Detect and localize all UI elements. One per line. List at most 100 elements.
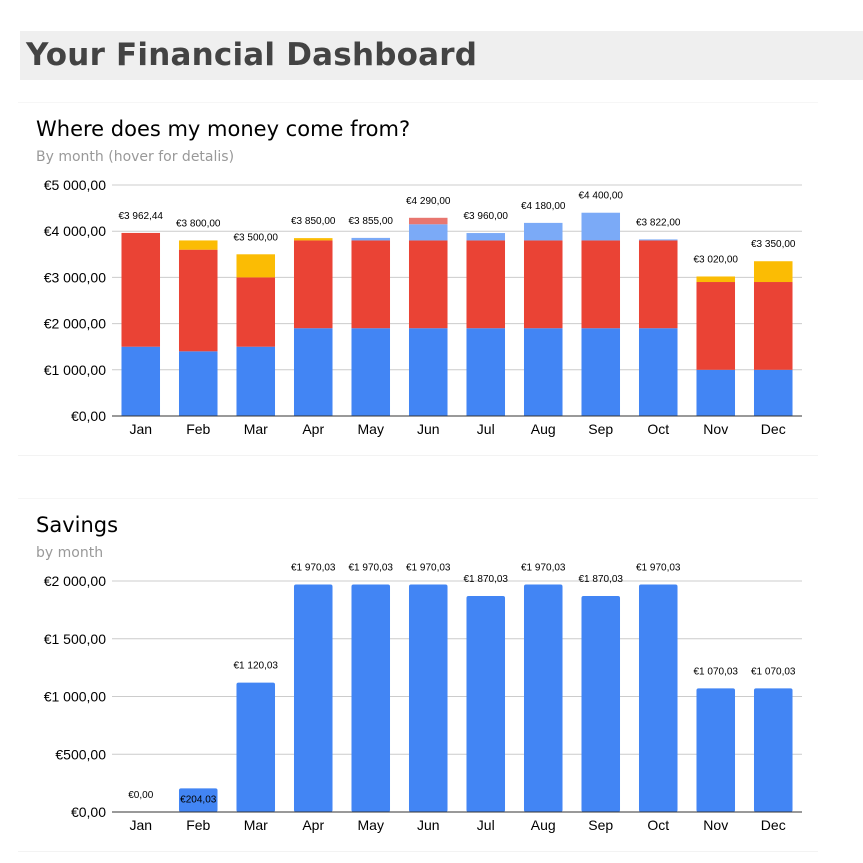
bar	[523, 584, 563, 812]
bar-segment-1	[121, 232, 161, 347]
bar-segment-1	[408, 240, 448, 329]
y-tick-label: €0,00	[71, 408, 106, 424]
data-label: €4 400,00	[579, 191, 624, 202]
bar-segment-0	[466, 328, 506, 416]
x-tick-label: Dec	[761, 817, 786, 833]
bar-segment-3	[351, 237, 391, 241]
y-tick-label: €1 000,00	[44, 362, 106, 378]
x-tick-label: Jun	[417, 421, 440, 437]
x-tick-label: Feb	[186, 421, 210, 437]
y-tick-label: €5 000,00	[44, 177, 106, 193]
x-tick-label: Feb	[186, 817, 210, 833]
bar-segment-0	[581, 328, 621, 416]
y-tick-label: €2 000,00	[44, 316, 106, 332]
bar-segment-2	[178, 240, 218, 250]
data-label: €1 070,03	[694, 666, 739, 677]
savings-chart-card: Savings by month €0,00 €500,00 €1 000,00 €1…	[18, 498, 818, 852]
bar-segment-4	[408, 217, 448, 225]
bar-segment-3	[638, 239, 678, 241]
data-label: €1 970,03	[521, 562, 566, 573]
x-tick-label: Sep	[588, 421, 613, 437]
data-label: €3 855,00	[349, 216, 394, 227]
data-label: €1 970,03	[636, 562, 681, 573]
bar-segment-1	[581, 240, 621, 329]
income-chart-card: Where does my money come from? By month …	[18, 102, 818, 456]
bar-segment-0	[236, 346, 276, 416]
data-label: €204,03	[180, 794, 217, 805]
bar-segment-3	[581, 212, 621, 241]
bar-segment-1	[178, 249, 218, 352]
bar-segment-2	[696, 276, 736, 283]
bar	[753, 688, 793, 812]
bar-segment-0	[351, 328, 391, 416]
data-label: €3 962,44	[119, 211, 164, 222]
data-label: €1 870,03	[579, 574, 624, 585]
data-label: €3 822,00	[636, 217, 681, 228]
data-label: €4 180,00	[521, 201, 566, 212]
x-tick-label: Sep	[588, 817, 613, 833]
x-tick-label: Apr	[302, 817, 324, 833]
bar-segment-0	[293, 328, 333, 416]
y-tick-label: €3 000,00	[44, 269, 106, 285]
x-tick-label: Jul	[477, 817, 495, 833]
x-tick-label: Nov	[703, 817, 728, 833]
bar-segment-0	[408, 328, 448, 416]
bar-segment-1	[523, 240, 563, 329]
bar	[581, 596, 621, 812]
income-stacked-bar-chart[interactable]: €0,00 €1 000,00 €2 000,00 €3 000,00 €4 000,0…	[18, 103, 818, 455]
x-tick-label: Jul	[477, 421, 495, 437]
savings-bar-chart[interactable]: €0,00 €500,00 €1 000,00 €1 500,00 €2 000,00 €…	[18, 499, 818, 851]
data-label: €3 800,00	[176, 218, 221, 229]
data-label: €3 960,00	[464, 211, 509, 222]
data-label: €1 970,03	[291, 562, 336, 573]
bar	[351, 584, 391, 812]
bar-segment-1	[466, 240, 506, 329]
bar-segment-1	[293, 240, 333, 329]
bar	[638, 584, 678, 812]
data-label: €3 020,00	[694, 254, 739, 265]
x-tick-label: May	[358, 421, 384, 437]
data-label: €1 070,03	[751, 666, 796, 677]
data-label: €1 970,03	[349, 562, 394, 573]
y-tick-label: €0,00	[71, 804, 106, 820]
y-tick-label: €1 500,00	[44, 631, 106, 647]
bar-segment-0	[523, 328, 563, 416]
x-tick-label: Nov	[703, 421, 728, 437]
x-tick-label: Jan	[129, 817, 152, 833]
x-tick-label: Mar	[244, 817, 268, 833]
data-label: €4 290,00	[406, 196, 451, 207]
bar	[293, 584, 333, 812]
bar	[466, 596, 506, 812]
bar-segment-1	[753, 282, 793, 370]
bar-segment-1	[638, 240, 678, 329]
x-tick-label: Apr	[302, 421, 324, 437]
y-tick-label: €4 000,00	[44, 223, 106, 239]
dashboard-header: Your Financial Dashboard	[20, 31, 863, 80]
bar-segment-0	[121, 346, 161, 416]
bar	[408, 584, 448, 812]
bar-segment-2	[236, 254, 276, 278]
x-tick-label: May	[358, 817, 384, 833]
x-tick-label: Oct	[647, 421, 669, 437]
x-tick-label: Aug	[531, 817, 556, 833]
bar-segment-3	[408, 224, 448, 241]
x-tick-label: Jun	[417, 817, 440, 833]
bar-segment-1	[696, 282, 736, 370]
bar-segment-0	[638, 328, 678, 416]
bar-segment-2	[753, 261, 793, 283]
data-label: €1 870,03	[464, 574, 509, 585]
y-tick-label: €500,00	[55, 746, 106, 762]
bar	[696, 688, 736, 812]
y-tick-label: €1 000,00	[44, 689, 106, 705]
data-label: €0,00	[128, 790, 153, 801]
x-tick-label: Aug	[531, 421, 556, 437]
page-title: Your Financial Dashboard	[26, 37, 478, 73]
bar-segment-0	[696, 369, 736, 416]
bar-segment-1	[351, 240, 391, 329]
bar-segment-1	[236, 277, 276, 347]
data-label: €1 970,03	[406, 562, 451, 573]
bar-segment-0	[178, 351, 218, 416]
y-tick-label: €2 000,00	[44, 573, 106, 589]
x-tick-label: Dec	[761, 421, 786, 437]
data-label: €3 500,00	[234, 232, 279, 243]
